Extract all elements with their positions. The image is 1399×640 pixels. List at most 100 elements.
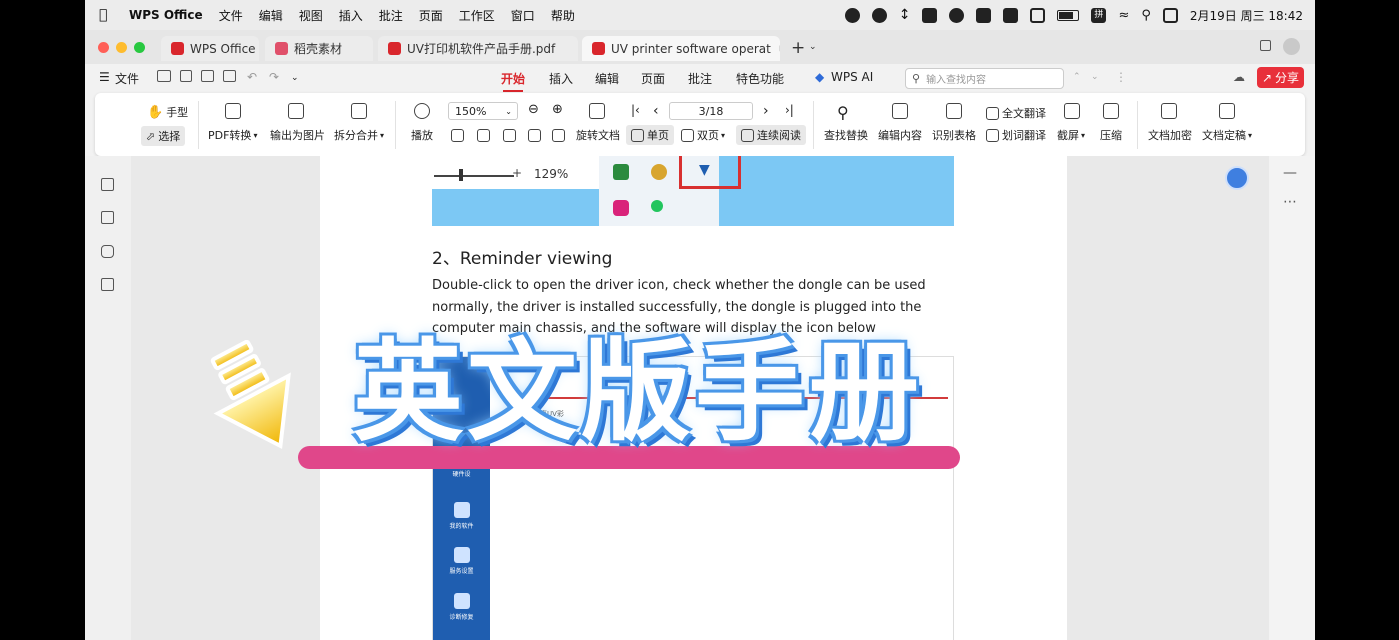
menubar-datetime[interactable]: 2月19日 周三 18:42 xyxy=(1190,7,1303,24)
finalize-button[interactable]: 文档定稿 ▾ xyxy=(1202,127,1252,143)
cloud-upload-icon[interactable]: ☁ xyxy=(1233,70,1245,84)
first-page-icon[interactable]: |‹ xyxy=(631,103,640,117)
attachment-icon[interactable] xyxy=(101,278,114,291)
battery-icon[interactable] xyxy=(1057,9,1080,21)
actual-size-icon[interactable] xyxy=(503,129,519,142)
tool-tray-icon[interactable] xyxy=(1003,7,1019,23)
tab-home[interactable]: 开始 xyxy=(501,70,525,92)
save-icon[interactable] xyxy=(180,70,192,82)
menubar-item-insert[interactable]: 插入 xyxy=(339,7,363,24)
screens-icon[interactable] xyxy=(1030,7,1046,23)
full-translate-button[interactable]: 全文翻译 xyxy=(986,105,1046,121)
more-icon[interactable]: ⋮ xyxy=(1115,70,1127,84)
share-button[interactable]: ↗ 分享 xyxy=(1257,67,1304,88)
bookmark-icon[interactable] xyxy=(101,178,114,191)
screenshot-button[interactable]: 截屏 ▾ xyxy=(1057,127,1085,143)
new-tab-icon[interactable]: + xyxy=(791,38,805,58)
compress-label: 压缩 xyxy=(1100,129,1122,142)
tab-wps-ai[interactable]: WPS AI xyxy=(831,70,873,84)
menubar-item-view[interactable]: 视图 xyxy=(299,7,323,24)
export-image-button[interactable]: 输出为图片 xyxy=(270,127,325,143)
chevron-down-icon[interactable]: ⌄ xyxy=(291,73,299,83)
search-input[interactable]: ⚲ 输入查找内容 xyxy=(905,68,1064,89)
ime-icon[interactable]: 拼 xyxy=(1091,7,1107,23)
export-image-label: 输出为图片 xyxy=(270,129,325,142)
single-page-button[interactable]: 单页 xyxy=(626,125,674,145)
undo-icon[interactable]: ↶ xyxy=(247,70,257,84)
menu-icon[interactable]: ☰ xyxy=(99,70,110,84)
close-window-button[interactable] xyxy=(98,42,109,53)
find-replace-button[interactable]: 查找替换 xyxy=(824,127,868,143)
fit-page-icon[interactable] xyxy=(451,129,467,142)
split-merge-button[interactable]: 拆分合并 ▾ xyxy=(334,127,384,143)
menubar-item-file[interactable]: 文件 xyxy=(219,7,243,24)
window-mode-icon[interactable] xyxy=(1260,40,1271,51)
redo-icon[interactable]: ↷ xyxy=(269,70,279,84)
edit-content-button[interactable]: 编辑内容 xyxy=(878,127,922,143)
menubar-item-comment[interactable]: 批注 xyxy=(379,7,403,24)
collapse-icon[interactable]: — xyxy=(1283,165,1297,181)
rotate-left-icon[interactable] xyxy=(528,129,544,142)
search-next-icon[interactable]: ⌄ xyxy=(1091,72,1099,82)
hand-tool-button[interactable]: ✋ 手型 xyxy=(147,104,188,120)
rotate-right-icon[interactable] xyxy=(552,129,568,142)
menubar-item-edit[interactable]: 编辑 xyxy=(259,7,283,24)
fit-width-icon[interactable] xyxy=(477,129,493,142)
page-number-input[interactable]: 3/18 xyxy=(669,102,753,120)
play-button[interactable]: 播放 xyxy=(411,127,433,143)
tab-page[interactable]: 页面 xyxy=(641,70,665,87)
pdf-convert-button[interactable]: PDF转换 ▾ xyxy=(208,127,257,143)
more-icon[interactable]: ⋯ xyxy=(1283,194,1297,210)
app-tray-icon[interactable] xyxy=(949,7,965,23)
prev-page-icon[interactable]: ‹ xyxy=(653,103,659,119)
search-prev-icon[interactable]: ⌃ xyxy=(1073,72,1081,82)
zoom-select[interactable]: 150% ⌄ xyxy=(448,102,518,120)
zoom-out-icon[interactable]: ⊖ xyxy=(528,102,539,117)
maximize-window-button[interactable] xyxy=(134,42,145,53)
menubar-item-window[interactable]: 窗口 xyxy=(511,7,535,24)
menubar-app-name[interactable]: WPS Office xyxy=(129,8,203,22)
minimize-window-button[interactable] xyxy=(116,42,127,53)
arrows-icon[interactable]: ↕ xyxy=(899,7,911,23)
apple-icon[interactable]:  xyxy=(99,7,115,23)
thumbnail-icon[interactable] xyxy=(101,211,114,224)
tab-wps-office[interactable]: WPS Office xyxy=(161,36,259,61)
record-icon[interactable] xyxy=(844,7,860,23)
open-folder-icon[interactable] xyxy=(157,70,171,82)
assistant-icon[interactable] xyxy=(1225,166,1249,190)
print-preview-icon[interactable] xyxy=(201,70,214,82)
tab-uv-manual-cn[interactable]: UV打印机软件产品手册.pdf xyxy=(378,36,578,61)
tab-daoke[interactable]: 稻壳素材 xyxy=(265,36,373,61)
compress-button[interactable]: 压缩 xyxy=(1100,127,1122,143)
print-icon[interactable] xyxy=(223,70,236,82)
tab-edit[interactable]: 编辑 xyxy=(595,70,619,87)
next-page-icon[interactable]: › xyxy=(763,103,769,119)
search-icon[interactable]: ⚲ xyxy=(1141,8,1151,23)
last-page-icon[interactable]: ›| xyxy=(785,103,794,117)
zoom-in-icon[interactable]: ⊕ xyxy=(552,102,563,117)
wps-tray-icon[interactable] xyxy=(922,7,938,23)
capcut-icon[interactable] xyxy=(976,7,992,23)
tab-features[interactable]: 特色功能 xyxy=(736,70,784,87)
menubar-item-help[interactable]: 帮助 xyxy=(551,7,575,24)
wifi-icon[interactable]: ≈ xyxy=(1118,8,1129,23)
tab-insert[interactable]: 插入 xyxy=(549,70,573,87)
monitor-icon[interactable]: ▢ xyxy=(779,43,780,54)
menubar-item-page[interactable]: 页面 xyxy=(419,7,443,24)
menubar-item-workspace[interactable]: 工作区 xyxy=(459,7,495,24)
tab-comment[interactable]: 批注 xyxy=(688,70,712,87)
rotate-doc-button[interactable]: 旋转文档 xyxy=(576,127,620,143)
encrypt-button[interactable]: 文档加密 xyxy=(1148,127,1192,143)
tab-uv-manual-en[interactable]: UV printer software operat ▢ ✕ xyxy=(582,36,780,61)
word-translate-button[interactable]: 划词翻译 xyxy=(986,127,1046,143)
control-center-icon[interactable] xyxy=(1162,7,1178,23)
avatar[interactable] xyxy=(1283,38,1300,55)
wechat-icon[interactable] xyxy=(871,7,887,23)
chevron-down-icon[interactable]: ⌄ xyxy=(809,42,817,52)
continuous-read-button[interactable]: 连续阅读 xyxy=(736,125,806,145)
select-tool-button[interactable]: ⬀ 选择 xyxy=(141,126,186,146)
recognize-table-button[interactable]: 识别表格 xyxy=(932,127,976,143)
comment-icon[interactable] xyxy=(101,245,114,258)
double-page-button[interactable]: 双页 ▾ xyxy=(681,127,725,143)
ribbon-file[interactable]: 文件 xyxy=(115,70,139,87)
